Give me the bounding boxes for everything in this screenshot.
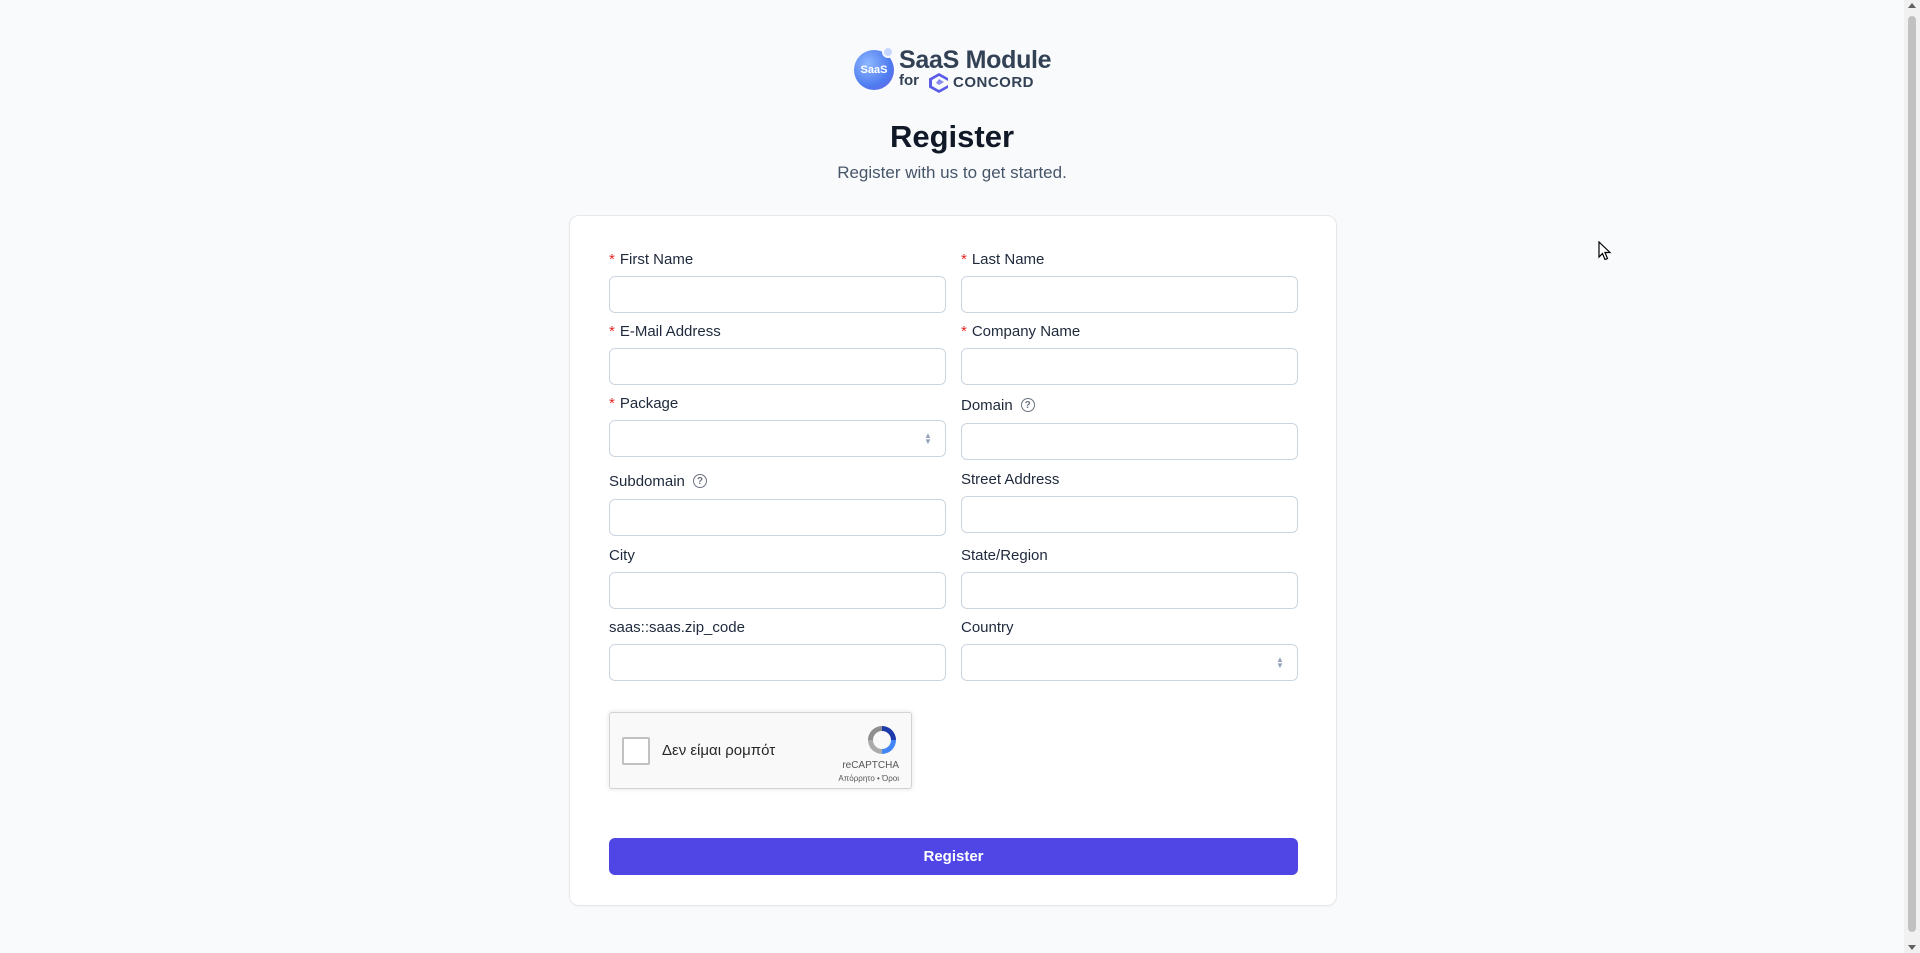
recaptcha-widget: Δεν είμαι ρομπότ reCAPTCHA Απόρρητο • Όρ…: [609, 712, 912, 789]
street-address-label: Street Address: [961, 469, 1298, 489]
email-label: * E-Mail Address: [609, 321, 946, 341]
package-label-text: Package: [619, 394, 679, 412]
page-title: Register: [889, 119, 1015, 154]
state-region-label-text: State/Region: [961, 546, 1048, 564]
email-input[interactable]: [609, 348, 946, 385]
last-name-label: * Last Name: [961, 249, 1298, 269]
country-select-wrapper: ▲ ▼: [961, 644, 1298, 681]
zip-code-label-text: saas::saas.zip_code: [609, 618, 745, 636]
select-chevron-icon: ▲ ▼: [1276, 655, 1284, 670]
package-select-wrapper: ▲ ▼: [609, 420, 946, 457]
vertical-scrollbar[interactable]: [1904, 0, 1920, 953]
recaptcha-terms-link[interactable]: Απόρρητο • Όροι: [838, 774, 899, 783]
register-page: SaaS SaaS Module for CONCORD Register Re…: [0, 0, 1904, 953]
first-name-label-text: First Name: [619, 250, 694, 268]
city-input[interactable]: [609, 572, 946, 609]
required-marker: *: [961, 322, 967, 340]
subdomain-field: Subdomain ?: [609, 471, 946, 536]
required-marker: *: [609, 250, 615, 268]
logo-brand-text: CONCORD: [953, 74, 1034, 91]
zip-code-field: saas::saas.zip_code: [609, 617, 946, 681]
domain-help-icon[interactable]: ?: [1020, 398, 1035, 412]
badge-dot-icon: [882, 46, 894, 58]
state-region-label: State/Region: [961, 545, 1298, 565]
scroll-thumb[interactable]: [1908, 16, 1916, 932]
domain-label: Domain ?: [961, 395, 1298, 415]
city-label: City: [609, 545, 946, 565]
recaptcha-checkbox[interactable]: [622, 737, 650, 765]
subdomain-help-icon[interactable]: ?: [692, 474, 707, 488]
saas-module-logo: SaaS SaaS Module for CONCORD: [852, 46, 1052, 98]
required-marker: *: [609, 394, 615, 412]
saas-badge-text: SaaS: [860, 64, 888, 76]
email-field: * E-Mail Address: [609, 321, 946, 385]
zip-code-input[interactable]: [609, 644, 946, 681]
domain-input[interactable]: [961, 423, 1298, 460]
recaptcha-logo-icon: [868, 726, 896, 754]
company-name-label: * Company Name: [961, 321, 1298, 341]
first-name-input[interactable]: [609, 276, 946, 313]
package-field: * Package ▲ ▼: [609, 393, 946, 457]
concord-logo-icon: [929, 73, 948, 93]
last-name-field: * Last Name: [961, 249, 1298, 313]
scroll-down-icon[interactable]: [1908, 945, 1916, 950]
country-label: Country: [961, 617, 1298, 637]
mouse-cursor-icon: [1598, 241, 1612, 261]
register-button[interactable]: Register: [609, 838, 1298, 875]
subdomain-input[interactable]: [609, 499, 946, 536]
street-address-input[interactable]: [961, 496, 1298, 533]
last-name-label-text: Last Name: [971, 250, 1045, 268]
country-label-text: Country: [961, 618, 1014, 636]
city-label-text: City: [609, 546, 635, 564]
country-select[interactable]: [961, 644, 1298, 681]
domain-field: Domain ?: [961, 395, 1298, 460]
first-name-label: * First Name: [609, 249, 946, 269]
logo-for-text: for: [899, 72, 919, 89]
page-subtitle: Register with us to get started.: [837, 163, 1067, 182]
zip-code-label: saas::saas.zip_code: [609, 617, 946, 637]
package-label: * Package: [609, 393, 946, 413]
scroll-up-icon[interactable]: [1908, 3, 1916, 8]
company-name-field: * Company Name: [961, 321, 1298, 385]
package-select[interactable]: [609, 420, 946, 457]
street-address-label-text: Street Address: [961, 470, 1060, 488]
company-name-input[interactable]: [961, 348, 1298, 385]
subdomain-label: Subdomain ?: [609, 471, 946, 491]
recaptcha-label: Δεν είμαι ρομπότ: [662, 742, 776, 759]
subdomain-label-text: Subdomain: [609, 472, 685, 490]
select-chevron-icon: ▲ ▼: [924, 431, 932, 446]
recaptcha-brand: reCAPTCHA: [842, 760, 899, 771]
required-marker: *: [609, 322, 615, 340]
last-name-input[interactable]: [961, 276, 1298, 313]
city-field: City: [609, 545, 946, 609]
country-field: Country ▲ ▼: [961, 617, 1298, 681]
street-address-field: Street Address: [961, 469, 1298, 533]
email-label-text: E-Mail Address: [619, 322, 721, 340]
register-form: * First Name * Last Name * E-Mail Addres…: [569, 215, 1337, 906]
required-marker: *: [961, 250, 967, 268]
logo-title: SaaS Module: [899, 46, 1052, 74]
state-region-field: State/Region: [961, 545, 1298, 609]
company-name-label-text: Company Name: [971, 322, 1081, 340]
state-region-input[interactable]: [961, 572, 1298, 609]
domain-label-text: Domain: [961, 396, 1013, 414]
first-name-field: * First Name: [609, 249, 946, 313]
